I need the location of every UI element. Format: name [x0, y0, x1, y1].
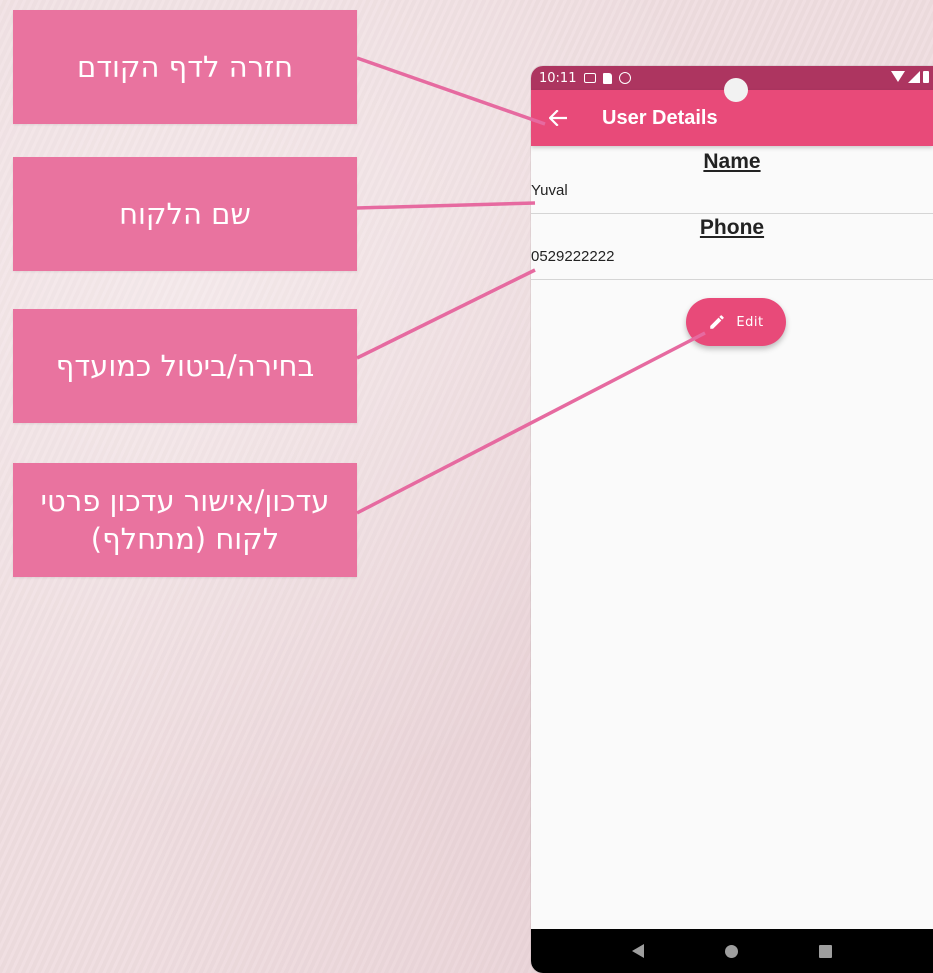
- page-title: User Details: [602, 106, 718, 129]
- callout-favorite: בחירה/ביטול כמועדף: [13, 309, 357, 423]
- name-label: Name: [703, 150, 761, 173]
- nav-recents-icon[interactable]: [819, 944, 833, 958]
- connector-back: [356, 56, 546, 126]
- phone-screen: 10:11 User Details Name Yuval Phone 0529…: [531, 66, 933, 973]
- arrow-left-icon[interactable]: [546, 106, 570, 130]
- callout-customer-name-text: שם הלקוח: [119, 197, 251, 231]
- gmail-icon: [584, 73, 597, 83]
- edit-button-label: Edit: [736, 314, 764, 330]
- nav-bar: [531, 929, 933, 973]
- nav-home-icon[interactable]: [724, 944, 738, 958]
- name-value: Yuval: [531, 182, 568, 199]
- battery-icon: [923, 71, 929, 83]
- connector-favorite: [356, 268, 536, 360]
- phone-label: Phone: [699, 216, 765, 239]
- status-time: 10:11: [539, 70, 577, 86]
- edit-button[interactable]: Edit: [686, 298, 786, 346]
- callout-edit-text: עדכון/אישור עדכון פרטי לקוח (מתחלף): [40, 484, 330, 556]
- divider: [531, 279, 933, 280]
- camera-cutout: [724, 78, 748, 102]
- callout-back: חזרה לדף הקודם: [13, 10, 357, 124]
- callout-favorite-text: בחירה/ביטול כמועדף: [55, 349, 315, 383]
- at-sign-icon: [619, 72, 632, 84]
- nav-back-icon[interactable]: [631, 944, 644, 958]
- connector-name: [356, 201, 536, 210]
- wifi-icon: [891, 71, 905, 82]
- callout-customer-name: שם הלקוח: [13, 157, 357, 271]
- sd-card-icon: [603, 72, 613, 84]
- pencil-icon: [710, 315, 725, 329]
- callout-edit: עדכון/אישור עדכון פרטי לקוח (מתחלף): [13, 463, 357, 577]
- phone-value: 0529222222: [531, 248, 615, 265]
- signal-icon: [908, 71, 920, 83]
- callout-back-text: חזרה לדף הקודם: [76, 50, 294, 84]
